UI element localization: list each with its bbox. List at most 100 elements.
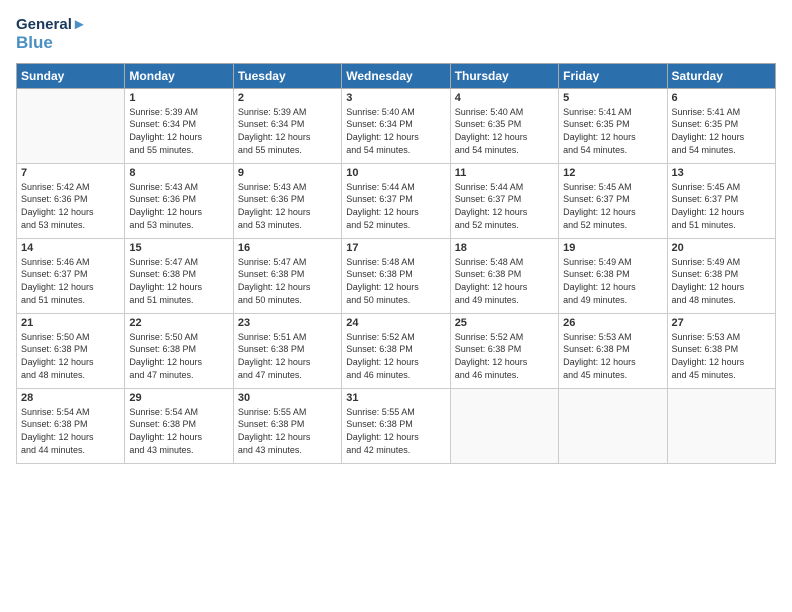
day-number: 9	[238, 167, 337, 179]
day-number: 17	[346, 242, 445, 254]
day-number: 21	[21, 317, 120, 329]
calendar-cell: 1Sunrise: 5:39 AM Sunset: 6:34 PM Daylig…	[125, 88, 233, 163]
calendar-header-row: SundayMondayTuesdayWednesdayThursdayFrid…	[17, 63, 776, 88]
calendar-cell: 6 Sunrise: 5:41 AM Sunset: 6:35 PM Daylig…	[667, 88, 775, 163]
day-number: 19	[563, 242, 662, 254]
day-info: Sunrise: 5:47 AM Sunset: 6:38 PM Dayligh…	[238, 256, 337, 306]
day-number: 26	[563, 317, 662, 329]
header-cell-thursday: Thursday	[450, 63, 558, 88]
day-info: Sunrise: 5:54 AM Sunset: 6:38 PM Dayligh…	[129, 406, 228, 456]
calendar-cell: 27 Sunrise: 5:53 AM Sunset: 6:38 PM Dayli…	[667, 313, 775, 388]
day-number: 28	[21, 392, 120, 404]
day-number: 6	[672, 92, 771, 104]
day-number: 29	[129, 392, 228, 404]
calendar-cell: 30 Sunrise: 5:55 AM Sunset: 6:38 PM Dayli…	[233, 388, 341, 463]
day-info: Sunrise: 5:52 AM Sunset: 6:38 PM Dayligh…	[346, 331, 445, 381]
calendar-cell	[450, 388, 558, 463]
calendar-cell: 21 Sunrise: 5:50 AM Sunset: 6:38 PM Dayli…	[17, 313, 125, 388]
day-number: 4	[455, 92, 554, 104]
calendar-table: SundayMondayTuesdayWednesdayThursdayFrid…	[16, 63, 776, 464]
header-cell-friday: Friday	[559, 63, 667, 88]
calendar-cell: 19Sunrise: 5:49 AM Sunset: 6:38 PM Dayli…	[559, 238, 667, 313]
day-number: 8	[129, 167, 228, 179]
calendar-cell: 25 Sunrise: 5:52 AM Sunset: 6:38 PM Dayli…	[450, 313, 558, 388]
calendar-cell	[17, 88, 125, 163]
calendar-cell: 13 Sunrise: 5:45 AM Sunset: 6:37 PM Dayli…	[667, 163, 775, 238]
day-info: Sunrise: 5:48 AM Sunset: 6:38 PM Dayligh…	[346, 256, 445, 306]
logo-text: General►Blue	[16, 16, 87, 53]
calendar-cell: 7Sunrise: 5:42 AM Sunset: 6:36 PM Daylig…	[17, 163, 125, 238]
day-info: Sunrise: 5:39 AM Sunset: 6:34 PM Dayligh…	[238, 106, 337, 156]
day-number: 2	[238, 92, 337, 104]
day-number: 5	[563, 92, 662, 104]
calendar-cell: 8Sunrise: 5:43 AM Sunset: 6:36 PM Daylig…	[125, 163, 233, 238]
day-number: 22	[129, 317, 228, 329]
day-info: Sunrise: 5:55 AM Sunset: 6:38 PM Dayligh…	[346, 406, 445, 456]
day-info: Sunrise: 5:46 AM Sunset: 6:37 PM Dayligh…	[21, 256, 120, 306]
day-info: Sunrise: 5:45 AM Sunset: 6:37 PM Dayligh…	[672, 181, 771, 231]
day-info: Sunrise: 5:41 AM Sunset: 6:35 PM Dayligh…	[672, 106, 771, 156]
calendar-cell: 23Sunrise: 5:51 AM Sunset: 6:38 PM Dayli…	[233, 313, 341, 388]
calendar-cell: 16 Sunrise: 5:47 AM Sunset: 6:38 PM Dayli…	[233, 238, 341, 313]
calendar-cell: 20Sunrise: 5:49 AM Sunset: 6:38 PM Dayli…	[667, 238, 775, 313]
day-number: 30	[238, 392, 337, 404]
calendar-cell: 15 Sunrise: 5:47 AM Sunset: 6:38 PM Dayli…	[125, 238, 233, 313]
day-info: Sunrise: 5:41 AM Sunset: 6:35 PM Dayligh…	[563, 106, 662, 156]
day-info: Sunrise: 5:50 AM Sunset: 6:38 PM Dayligh…	[129, 331, 228, 381]
day-info: Sunrise: 5:53 AM Sunset: 6:38 PM Dayligh…	[672, 331, 771, 381]
day-info: Sunrise: 5:44 AM Sunset: 6:37 PM Dayligh…	[455, 181, 554, 231]
day-info: Sunrise: 5:45 AM Sunset: 6:37 PM Dayligh…	[563, 181, 662, 231]
header-cell-wednesday: Wednesday	[342, 63, 450, 88]
day-number: 27	[672, 317, 771, 329]
day-info: Sunrise: 5:55 AM Sunset: 6:38 PM Dayligh…	[238, 406, 337, 456]
day-info: Sunrise: 5:44 AM Sunset: 6:37 PM Dayligh…	[346, 181, 445, 231]
day-number: 10	[346, 167, 445, 179]
week-row-1: 7Sunrise: 5:42 AM Sunset: 6:36 PM Daylig…	[17, 163, 776, 238]
day-number: 24	[346, 317, 445, 329]
header-cell-saturday: Saturday	[667, 63, 775, 88]
calendar-cell: 10 Sunrise: 5:44 AM Sunset: 6:37 PM Dayli…	[342, 163, 450, 238]
day-info: Sunrise: 5:43 AM Sunset: 6:36 PM Dayligh…	[238, 181, 337, 231]
header-cell-tuesday: Tuesday	[233, 63, 341, 88]
header-cell-sunday: Sunday	[17, 63, 125, 88]
day-number: 15	[129, 242, 228, 254]
calendar-cell: 17 Sunrise: 5:48 AM Sunset: 6:38 PM Dayli…	[342, 238, 450, 313]
calendar-cell: 18Sunrise: 5:48 AM Sunset: 6:38 PM Dayli…	[450, 238, 558, 313]
day-number: 14	[21, 242, 120, 254]
day-number: 23	[238, 317, 337, 329]
calendar-cell: 24 Sunrise: 5:52 AM Sunset: 6:38 PM Dayli…	[342, 313, 450, 388]
day-number: 7	[21, 167, 120, 179]
calendar-cell	[667, 388, 775, 463]
calendar-cell: 5 Sunrise: 5:41 AM Sunset: 6:35 PM Daylig…	[559, 88, 667, 163]
day-number: 12	[563, 167, 662, 179]
day-number: 13	[672, 167, 771, 179]
week-row-4: 28 Sunrise: 5:54 AM Sunset: 6:38 PM Dayli…	[17, 388, 776, 463]
week-row-3: 21 Sunrise: 5:50 AM Sunset: 6:38 PM Dayli…	[17, 313, 776, 388]
day-info: Sunrise: 5:54 AM Sunset: 6:38 PM Dayligh…	[21, 406, 120, 456]
day-number: 31	[346, 392, 445, 404]
day-number: 16	[238, 242, 337, 254]
calendar-cell: 31 Sunrise: 5:55 AM Sunset: 6:38 PM Dayli…	[342, 388, 450, 463]
day-info: Sunrise: 5:40 AM Sunset: 6:34 PM Dayligh…	[346, 106, 445, 156]
day-number: 11	[455, 167, 554, 179]
calendar-cell: 12 Sunrise: 5:45 AM Sunset: 6:37 PM Dayli…	[559, 163, 667, 238]
header: General►Blue	[16, 16, 776, 53]
calendar-cell: 9 Sunrise: 5:43 AM Sunset: 6:36 PM Daylig…	[233, 163, 341, 238]
day-info: Sunrise: 5:47 AM Sunset: 6:38 PM Dayligh…	[129, 256, 228, 306]
day-info: Sunrise: 5:48 AM Sunset: 6:38 PM Dayligh…	[455, 256, 554, 306]
day-info: Sunrise: 5:53 AM Sunset: 6:38 PM Dayligh…	[563, 331, 662, 381]
calendar-cell: 3 Sunrise: 5:40 AM Sunset: 6:34 PM Daylig…	[342, 88, 450, 163]
calendar-cell: 22 Sunrise: 5:50 AM Sunset: 6:38 PM Dayli…	[125, 313, 233, 388]
day-number: 20	[672, 242, 771, 254]
page: General►Blue SundayMondayTuesdayWednesda…	[0, 0, 792, 612]
day-info: Sunrise: 5:50 AM Sunset: 6:38 PM Dayligh…	[21, 331, 120, 381]
calendar-cell: 29 Sunrise: 5:54 AM Sunset: 6:38 PM Dayli…	[125, 388, 233, 463]
day-number: 25	[455, 317, 554, 329]
calendar-cell: 4 Sunrise: 5:40 AM Sunset: 6:35 PM Daylig…	[450, 88, 558, 163]
day-info: Sunrise: 5:40 AM Sunset: 6:35 PM Dayligh…	[455, 106, 554, 156]
day-info: Sunrise: 5:52 AM Sunset: 6:38 PM Dayligh…	[455, 331, 554, 381]
calendar-body: 1Sunrise: 5:39 AM Sunset: 6:34 PM Daylig…	[17, 88, 776, 463]
header-cell-monday: Monday	[125, 63, 233, 88]
day-number: 3	[346, 92, 445, 104]
calendar-cell: 28 Sunrise: 5:54 AM Sunset: 6:38 PM Dayli…	[17, 388, 125, 463]
